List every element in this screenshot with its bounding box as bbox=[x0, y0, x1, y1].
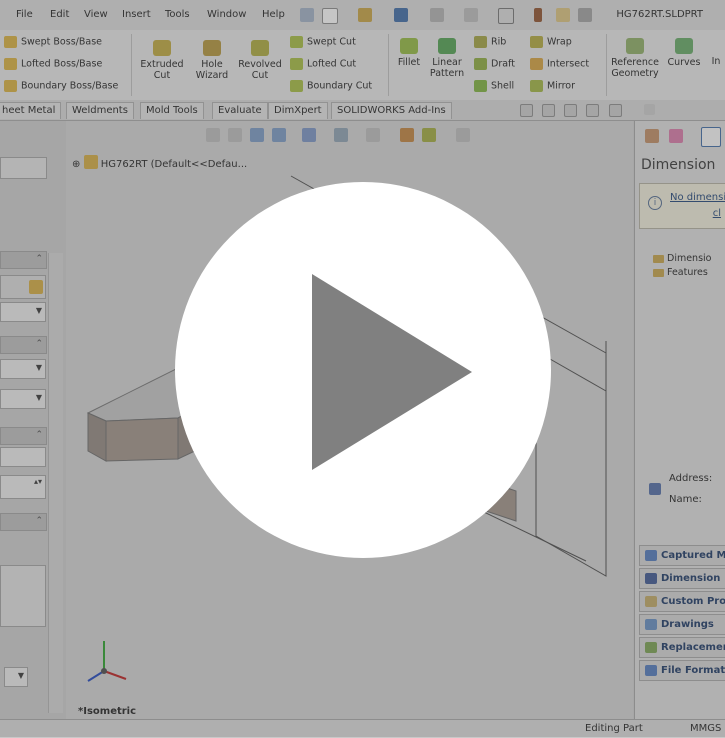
play-icon bbox=[312, 274, 472, 470]
video-overlay bbox=[0, 0, 725, 737]
play-button[interactable] bbox=[175, 182, 551, 558]
